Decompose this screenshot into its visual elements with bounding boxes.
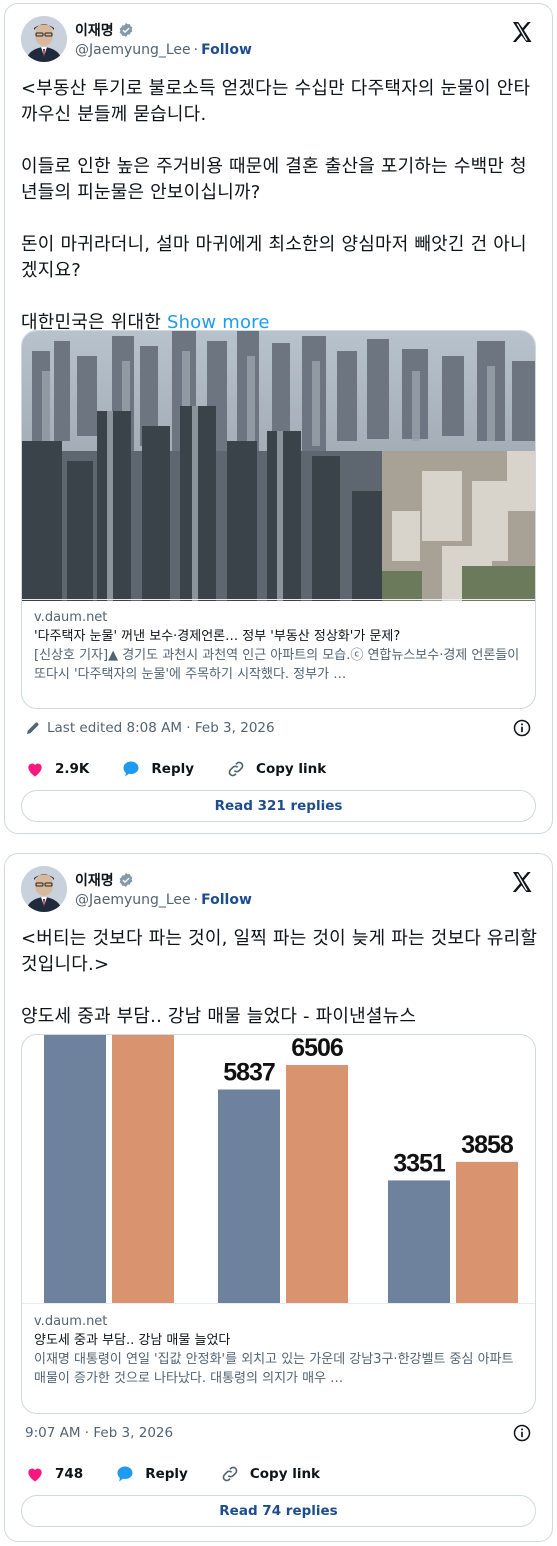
chart-data-label: 3858: [461, 1131, 514, 1159]
tweet-header: 이재명 @Jaemyung_Lee · Follow: [21, 16, 536, 62]
heart-icon: [28, 763, 42, 777]
separator: ·: [193, 42, 199, 58]
copy-link-button[interactable]: Copy link: [226, 759, 326, 779]
timestamp[interactable]: 9:07 AM · Feb 3, 2026: [25, 1425, 173, 1441]
separator: ·: [193, 892, 199, 908]
card-description: [신상호 기자]▲ 경기도 과천시 과천역 인근 아파트의 모습.ⓒ 연합뉴스보…: [34, 648, 520, 682]
timestamp-row: 9:07 AM · Feb 3, 2026: [25, 1423, 532, 1443]
chart-bar: [112, 1035, 174, 1303]
action-bar: 2.9K Reply Copy link: [25, 757, 532, 781]
tweet-body: <부동산 투기로 불로소득 얻겠다는 수십만 다주택자의 눈물이 안타까우신 분…: [21, 78, 531, 333]
like-button[interactable]: 748: [25, 1464, 83, 1484]
link-card[interactable]: v.daum.net '다주택자 눈물' 꺼낸 보수·경제언론… 정부 '부동산…: [21, 330, 536, 709]
like-count: 748: [55, 1466, 84, 1482]
card-domain: v.daum.net: [34, 1314, 108, 1329]
pencil-icon: [27, 722, 39, 734]
chart-bar: [286, 1065, 348, 1303]
chart-data-label: 3351: [393, 1149, 446, 1177]
reply-bubble-icon: [123, 761, 139, 777]
chart-bar: [44, 1035, 106, 1303]
chart-data-label: 5837: [223, 1058, 275, 1086]
info-icon[interactable]: [512, 718, 532, 738]
like-button[interactable]: 2.9K: [25, 759, 89, 779]
timestamp[interactable]: Last edited 8:08 AM · Feb 3, 2026: [47, 720, 275, 736]
chart-data-label: 6506: [291, 1035, 343, 1062]
reply-label: Reply: [151, 761, 195, 777]
link-icon: [228, 761, 244, 777]
card-title: 양도세 중과 부담.. 강남 매물 늘었다: [34, 1333, 231, 1348]
reply-label: Reply: [145, 1466, 188, 1482]
chart-bar: [218, 1089, 280, 1303]
card-image: [22, 331, 535, 601]
card-title: '다주택자 눈물' 꺼낸 보수·경제언론… 정부 '부동산 정상화'가 문제?: [34, 629, 401, 644]
action-bar: 748 Reply Copy link: [25, 1462, 532, 1486]
read-replies-button[interactable]: Read 74 replies: [21, 1495, 536, 1527]
copy-link-label: Copy link: [256, 761, 327, 777]
info-icon[interactable]: [512, 1423, 532, 1443]
verified-badge-icon: [119, 873, 132, 887]
bar-chart: 5837 3351 6506 3858: [22, 1035, 535, 1305]
reply-button[interactable]: Reply: [115, 1464, 188, 1484]
card-description: 이재명 대통령이 연일 '집값 안정화'를 외치고 있는 가운데 강남3구·한강…: [34, 1352, 514, 1386]
tweet-card: 이재명 @Jaemyung_Lee · Follow <버티는 것보다 파는 것…: [4, 853, 553, 1542]
avatar[interactable]: [21, 16, 67, 62]
copy-link-label: Copy link: [249, 1466, 321, 1482]
display-name[interactable]: 이재명: [75, 870, 114, 890]
link-card[interactable]: 5837 3351 6506 3858 v.daum.net 양도세 중과 부담.. …: [21, 1034, 536, 1414]
handle[interactable]: @Jaemyung_Lee: [75, 42, 191, 58]
handle[interactable]: @Jaemyung_Lee: [75, 892, 191, 908]
verified-badge-icon: [119, 23, 132, 37]
heart-icon: [28, 1468, 42, 1482]
avatar[interactable]: [21, 866, 67, 912]
x-logo-icon[interactable]: [510, 870, 534, 894]
reply-bubble-icon: [117, 1466, 133, 1482]
like-count: 2.9K: [55, 761, 90, 777]
chart-bar: [388, 1180, 450, 1303]
link-icon: [222, 1466, 238, 1482]
tweet-card: 이재명 @Jaemyung_Lee · Follow <부동산 투기로 불로소득…: [4, 3, 553, 834]
x-logo-icon[interactable]: [510, 20, 534, 44]
chart-bar: [456, 1161, 518, 1303]
copy-link-button[interactable]: Copy link: [220, 1464, 320, 1484]
tweet-text: <버티는 것보다 파는 것이, 일찍 파는 것이 늦게 파는 것보다 유리할 것…: [21, 928, 538, 1027]
tweet-text: <부동산 투기로 불로소득 얻겠다는 수십만 다주택자의 눈물이 안타까우신 분…: [21, 76, 538, 336]
card-domain: v.daum.net: [34, 610, 108, 625]
tweet-header: 이재명 @Jaemyung_Lee · Follow: [21, 866, 536, 912]
follow-button[interactable]: Follow: [201, 892, 252, 908]
display-name[interactable]: 이재명: [75, 20, 114, 40]
follow-button[interactable]: Follow: [201, 42, 252, 58]
card-chart: 5837 3351 6506 3858: [22, 1035, 535, 1305]
read-replies-button[interactable]: Read 321 replies: [21, 790, 536, 822]
timestamp-row: Last edited 8:08 AM · Feb 3, 2026: [25, 718, 532, 738]
reply-button[interactable]: Reply: [121, 759, 194, 779]
